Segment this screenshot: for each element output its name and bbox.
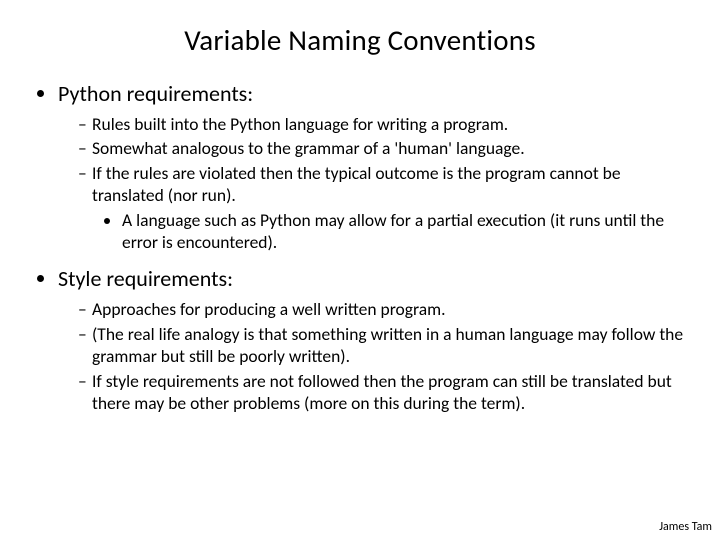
bullet-text: (The real life analogy is that something… [92,323,683,367]
section-heading-text: Python requirements: [58,80,253,107]
content-list: Python requirements: Rules built into th… [34,80,686,414]
footer-author: James Tam [659,520,712,534]
bullet-text: Rules built into the Python language for… [92,113,508,135]
section-items: Approaches for producing a well written … [58,298,686,414]
bullet-text: Approaches for producing a well written … [92,298,446,320]
bullet-item: (The real life analogy is that something… [78,323,686,368]
bullet-text: If style requirements are not followed t… [92,370,672,414]
bullet-item: If style requirements are not followed t… [78,370,686,415]
sub-bullet-text: A language such as Python may allow for … [122,209,664,253]
bullet-item: If the rules are violated then the typic… [78,162,686,254]
sub-bullet-item: A language such as Python may allow for … [122,209,686,254]
bullet-item: Approaches for producing a well written … [78,298,686,320]
section-heading: Python requirements: Rules built into th… [58,80,686,253]
bullet-item: Rules built into the Python language for… [78,113,686,135]
bullet-text: Somewhat analogous to the grammar of a '… [92,137,525,159]
section-items: Rules built into the Python language for… [58,113,686,253]
section-heading-text: Style requirements: [58,265,233,292]
slide-title: Variable Naming Conventions [34,22,686,58]
slide: Variable Naming Conventions Python requi… [0,0,720,540]
bullet-text: If the rules are violated then the typic… [92,162,621,206]
sub-items: A language such as Python may allow for … [92,209,686,254]
bullet-item: Somewhat analogous to the grammar of a '… [78,137,686,159]
section-heading: Style requirements: Approaches for produ… [58,265,686,414]
